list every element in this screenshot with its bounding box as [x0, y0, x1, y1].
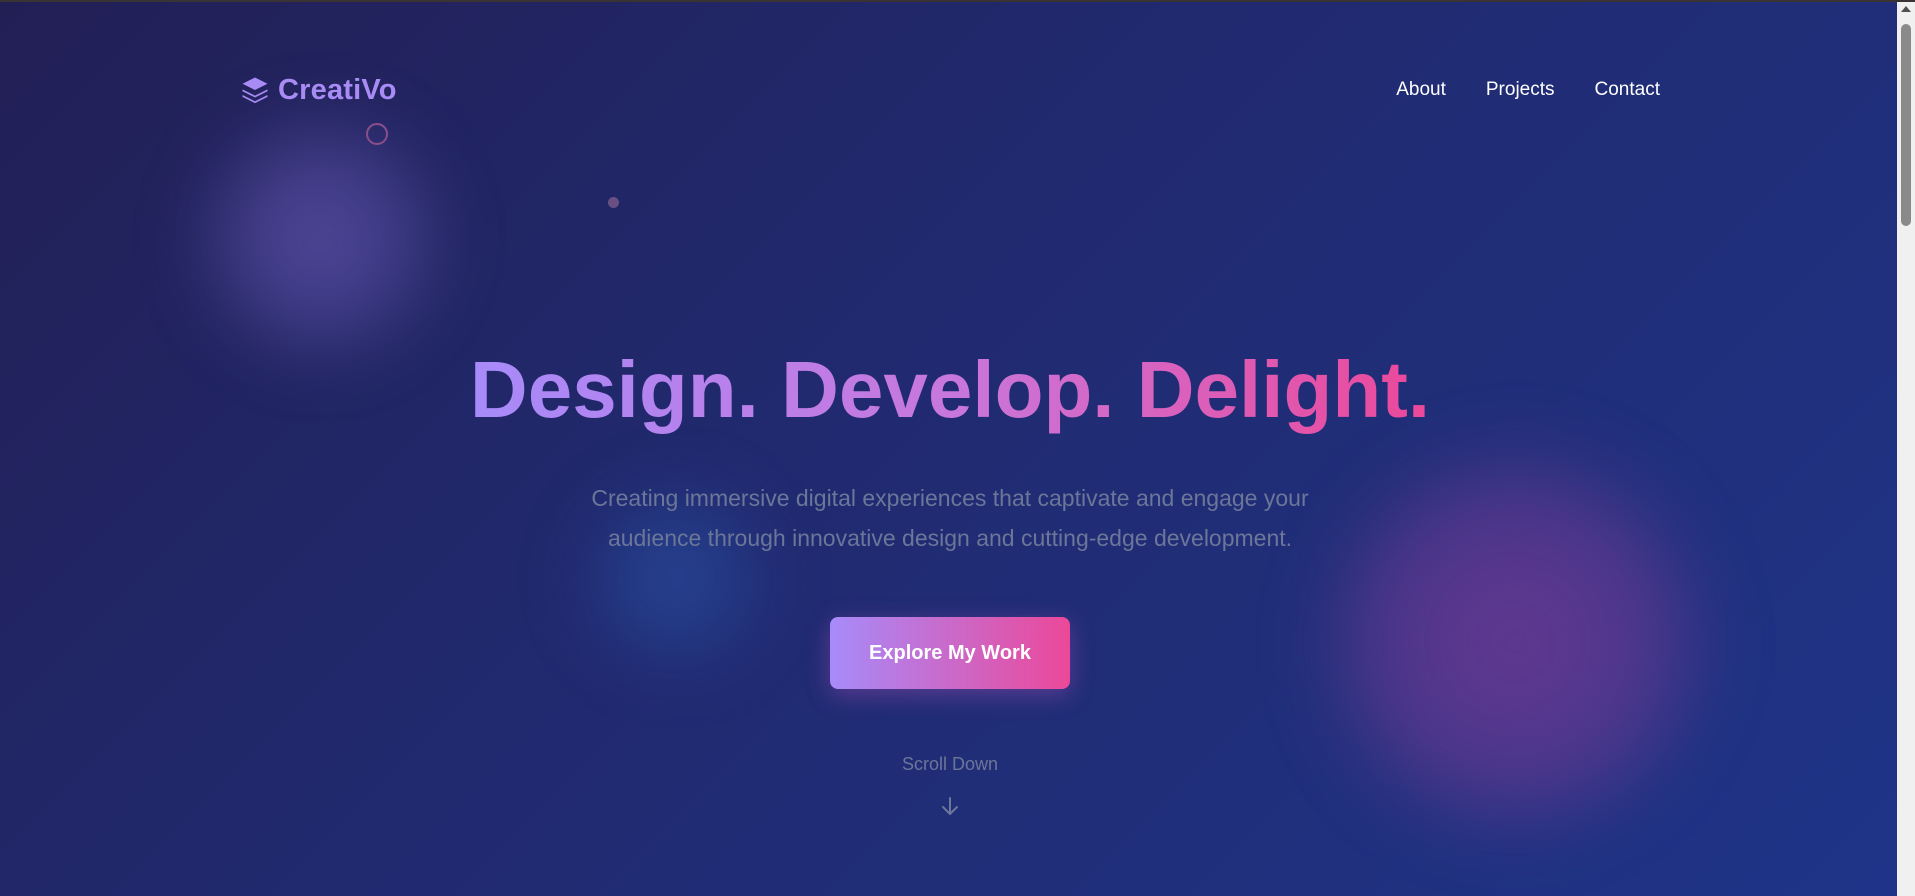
- brand-logo[interactable]: CreatiVo: [240, 70, 397, 110]
- decorative-orb-magenta: [1310, 432, 1720, 852]
- decorative-orb-lavender: [185, 102, 455, 372]
- nav-link-projects[interactable]: Projects: [1486, 79, 1555, 101]
- scroll-down-label: Scroll Down: [901, 754, 999, 774]
- nav-link-contact[interactable]: Contact: [1595, 79, 1660, 101]
- hero-subtitle: Creating immersive digital experiences t…: [591, 485, 1309, 551]
- window-top-border: [0, 0, 1915, 2]
- explore-work-button[interactable]: Explore My Work: [830, 617, 1070, 689]
- arrow-down-icon[interactable]: [938, 794, 962, 818]
- hero-title-text: Design. Develop. Delight.: [469, 345, 1431, 434]
- nav-link-about[interactable]: About: [1396, 79, 1446, 101]
- site-header: CreatiVo About Projects Contact: [240, 70, 1660, 110]
- hero-title: Design. Develop. Delight.: [0, 342, 1897, 438]
- page-viewport: CreatiVo About Projects Contact Design. …: [0, 2, 1897, 896]
- decorative-ring: [366, 123, 388, 145]
- brand-name: CreatiVo: [278, 73, 397, 106]
- layers-icon: [240, 75, 270, 105]
- scroll-up-icon[interactable]: [1901, 6, 1911, 12]
- main-nav: About Projects Contact: [1396, 70, 1660, 110]
- decorative-dot: [608, 197, 619, 208]
- vertical-scrollbar[interactable]: [1897, 2, 1915, 896]
- scrollbar-thumb[interactable]: [1901, 24, 1911, 226]
